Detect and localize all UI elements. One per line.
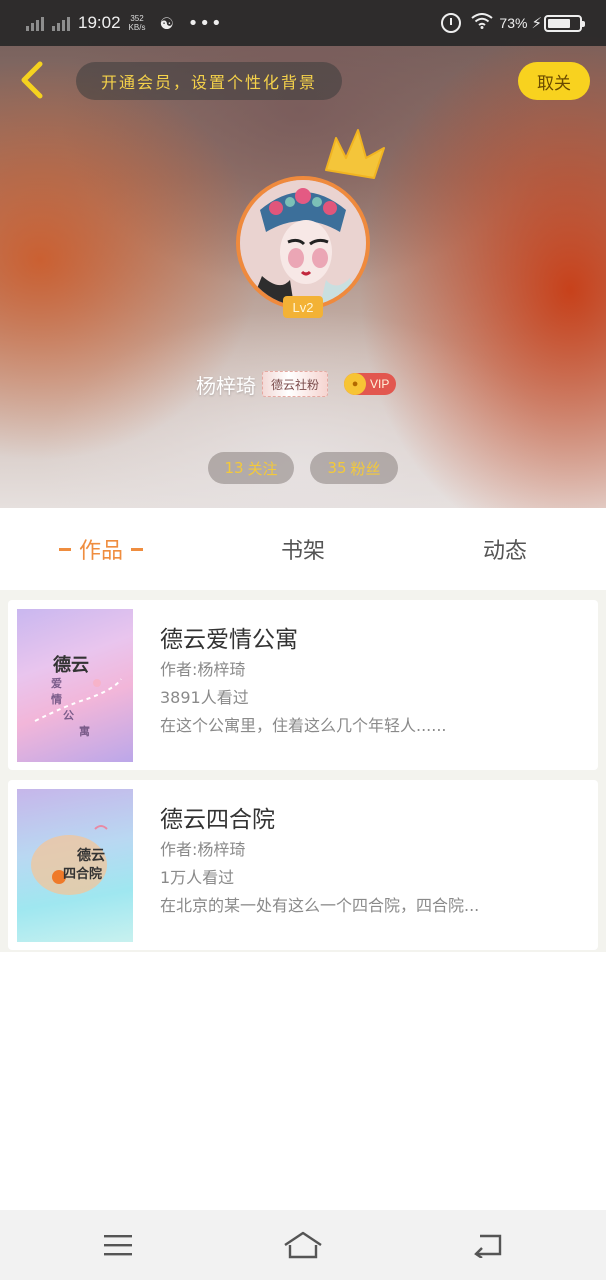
tab-works[interactable]: 作品: [0, 508, 202, 590]
system-nav-bar: [0, 1210, 606, 1280]
following-count-button[interactable]: 13 关注: [208, 452, 294, 484]
clock: 19:02: [78, 13, 121, 32]
tab-bookshelf-label: 书架: [280, 539, 325, 564]
menu-button[interactable]: [96, 1224, 140, 1266]
work-description: 在北京的某一处有这么一个四合院，四合院...: [160, 896, 480, 915]
home-button[interactable]: [281, 1224, 325, 1266]
weibo-icon: ☯: [159, 13, 174, 33]
profile-header: 19:02 352 KB/s ☯ ••• 73% ⚡ 开通会员，设置个性化背景 取…: [0, 0, 606, 508]
following-label: 关注: [247, 459, 278, 478]
tab-bookshelf[interactable]: 书架: [202, 508, 404, 590]
tab-activity[interactable]: 动态: [404, 508, 606, 590]
following-count: 13: [224, 459, 244, 477]
wifi-icon: [471, 13, 494, 33]
battery-icon: [544, 14, 585, 32]
profile-tabs: 作品 书架 动态: [0, 508, 606, 590]
work-card[interactable]: 德云 爱 情 公 寓 德云爱情公寓 作者:杨梓琦 3891人看过 在这个公寓里，…: [8, 600, 598, 770]
vip-banner[interactable]: 开通会员，设置个性化背景: [76, 62, 342, 100]
fans-count: 35: [327, 459, 347, 477]
work-description: 在这个公寓里，住着这么几个年轻人......: [160, 716, 447, 735]
work-views: 3891人看过: [160, 688, 249, 707]
work-author: 作者:杨梓琦: [160, 840, 246, 859]
tab-indicator-left: [58, 547, 71, 551]
work-title[interactable]: 德云爱情公寓: [160, 620, 298, 654]
vip-coin-icon: ●: [344, 373, 367, 395]
tab-works-label: 作品: [78, 539, 123, 564]
unfollow-button[interactable]: 取关: [518, 62, 590, 100]
battery-percent: 73%: [499, 15, 528, 31]
alarm-icon: [441, 13, 462, 33]
signal-icon: [26, 15, 46, 31]
back-icon: [474, 1234, 502, 1258]
menu-icon: [104, 1235, 132, 1256]
work-title[interactable]: 德云四合院: [160, 800, 275, 834]
vip-label: VIP: [370, 377, 390, 391]
avatar[interactable]: [236, 176, 370, 310]
level-badge: Lv2: [283, 296, 323, 318]
fans-count-button[interactable]: 35 粉丝: [310, 452, 398, 484]
avatar-image: [236, 176, 370, 310]
fan-tag-badge: 德云社粉: [262, 371, 329, 397]
work-cover-image: 德云 爱 情 公 寓: [17, 609, 133, 762]
user-name-row: 杨梓琦 德云社粉 ● VIP: [196, 366, 397, 402]
work-author: 作者:杨梓琦: [160, 660, 246, 679]
cover-decoration: [34, 678, 122, 722]
back-nav-button[interactable]: [466, 1224, 510, 1266]
works-list: 德云 爱 情 公 寓 德云爱情公寓 作者:杨梓琦 3891人看过 在这个公寓里，…: [0, 590, 606, 952]
work-card[interactable]: 德云 四合院 德云四合院 作者:杨梓琦 1万人看过 在北京的某一处有这么一个四合…: [8, 780, 598, 950]
tab-indicator-right: [131, 547, 143, 551]
more-notifications: •••: [187, 12, 223, 34]
charging-icon: ⚡: [531, 14, 542, 32]
status-bar: 19:02 352 KB/s ☯ ••• 73% ⚡: [0, 0, 606, 46]
username: 杨梓琦: [196, 373, 256, 398]
cover-text: 德云: [77, 848, 105, 864]
signal-icon: [52, 15, 72, 31]
vip-badge[interactable]: ● VIP: [344, 373, 397, 395]
work-views: 1万人看过: [160, 868, 235, 887]
home-icon: [284, 1231, 322, 1259]
cover-text: 四合院: [63, 867, 103, 882]
network-speed: 352 KB/s: [128, 14, 146, 32]
fans-label: 粉丝: [350, 459, 381, 478]
work-cover-image: 德云 四合院: [17, 789, 133, 942]
tab-activity-label: 动态: [482, 539, 527, 564]
chevron-left-icon: [21, 61, 43, 99]
back-button[interactable]: [14, 58, 50, 102]
